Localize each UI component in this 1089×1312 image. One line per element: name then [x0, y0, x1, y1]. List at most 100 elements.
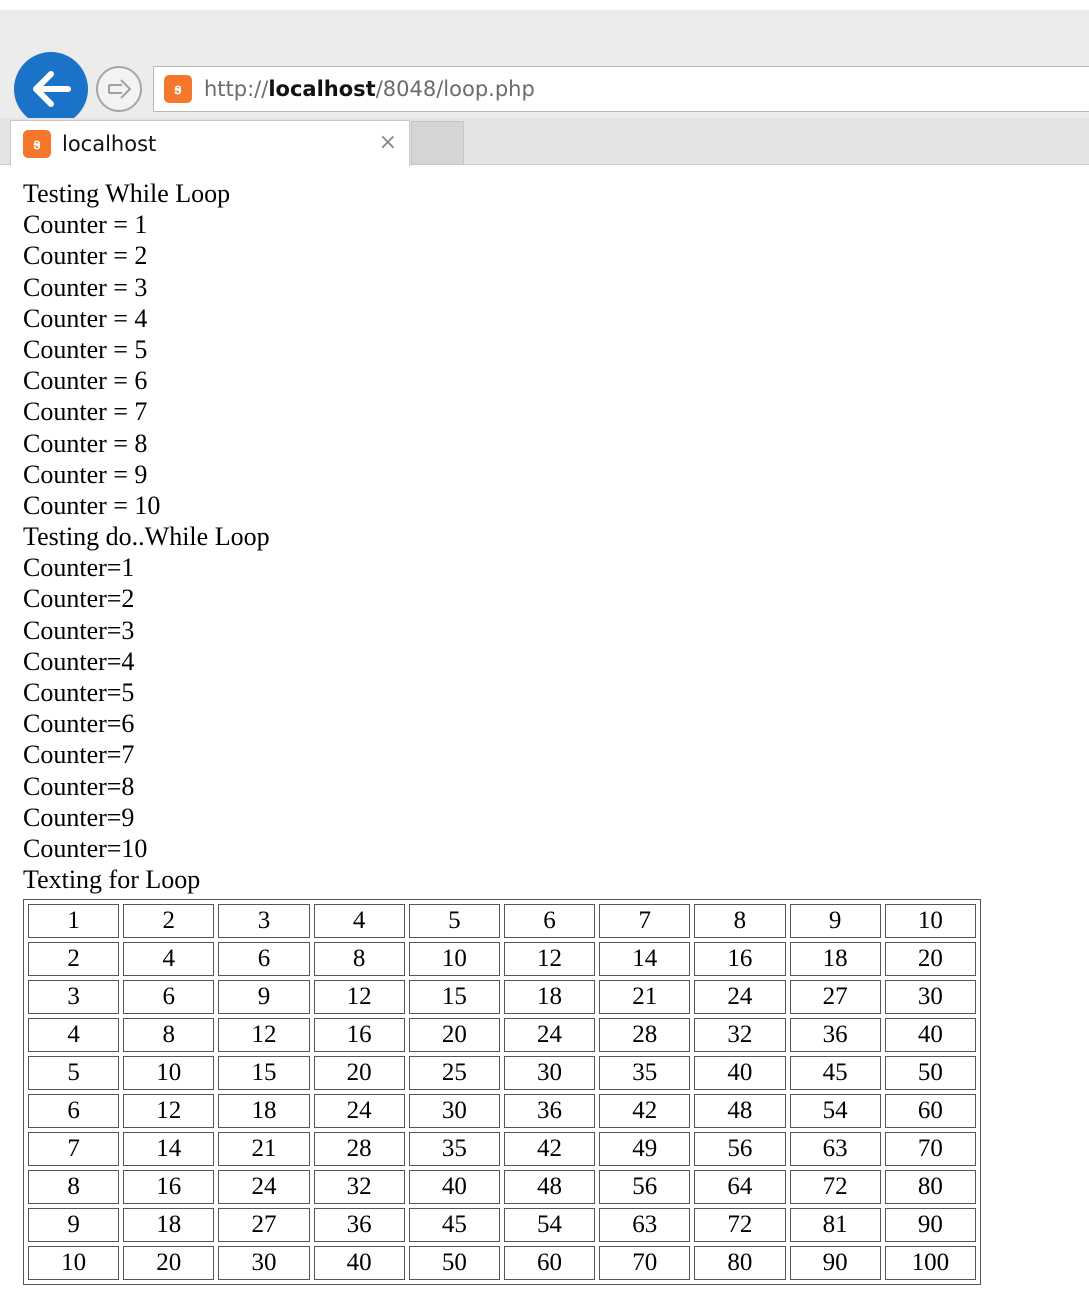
- table-cell: 21: [599, 980, 691, 1014]
- table-row: 5 10 15 20 25 30 35 40 45 50: [28, 1056, 976, 1090]
- forward-arrow-icon: [108, 79, 131, 99]
- while-counter-line: Counter = 4: [23, 303, 148, 333]
- while-loop-output: Counter = 1 Counter = 2 Counter = 3 Counter…: [23, 209, 1083, 521]
- table-cell: 27: [789, 980, 881, 1014]
- table-cell: 100: [884, 1246, 976, 1280]
- table-cell: 40: [884, 1018, 976, 1052]
- table-cell: 60: [884, 1094, 976, 1128]
- table-cell: 28: [599, 1018, 691, 1052]
- table-row: 7 14 21 28 35 42 49 56 63 70: [28, 1132, 976, 1166]
- table-cell: 8: [28, 1170, 120, 1204]
- table-cell: 3: [218, 904, 310, 938]
- table-cell: 25: [408, 1056, 500, 1090]
- address-bar[interactable]: ꭶ http://localhost/8048/loop.php: [153, 66, 1089, 112]
- dowhile-counter-line: Counter=6: [23, 709, 135, 739]
- close-tab-icon[interactable]: ×: [379, 130, 397, 155]
- multiplication-table: 1 2 3 4 5 6 7 8 9 10 2 4 6 8 10 12 14 16 18 20 3 6 9 12 15 18 21 24…: [23, 899, 981, 1285]
- table-cell: 14: [599, 942, 691, 976]
- table-cell: 20: [313, 1056, 405, 1090]
- table-cell: 6: [218, 942, 310, 976]
- table-cell: 49: [599, 1132, 691, 1166]
- new-tab-button[interactable]: [411, 121, 464, 165]
- dowhile-counter-line: Counter=8: [23, 771, 135, 801]
- table-cell: 18: [503, 980, 596, 1014]
- table-cell: 50: [884, 1056, 976, 1090]
- while-counter-line: Counter = 9: [23, 459, 148, 489]
- tab-title: localhost: [62, 131, 157, 156]
- table-cell: 50: [408, 1246, 500, 1280]
- table-cell: 40: [408, 1170, 500, 1204]
- tab-localhost[interactable]: ꭶ localhost ×: [10, 120, 410, 166]
- dowhile-counter-line: Counter=4: [23, 646, 135, 676]
- back-arrow-icon: [33, 71, 71, 107]
- table-cell: 8: [694, 904, 786, 938]
- table-cell: 40: [694, 1056, 786, 1090]
- table-cell: 8: [123, 1018, 215, 1052]
- table-cell: 1: [28, 904, 120, 938]
- table-cell: 30: [408, 1094, 500, 1128]
- page-content: Testing While Loop Counter = 1 Counter = …: [23, 178, 1083, 895]
- table-cell: 48: [503, 1170, 596, 1204]
- table-cell: 28: [313, 1132, 405, 1166]
- table-cell: 30: [503, 1056, 596, 1090]
- xampp-favicon-icon: ꭶ: [164, 75, 192, 103]
- tab-strip: ꭶ localhost ×: [0, 118, 1089, 166]
- table-cell: 42: [503, 1132, 596, 1166]
- table-cell: 10: [884, 904, 976, 938]
- table-cell: 12: [313, 980, 405, 1014]
- table-cell: 35: [599, 1056, 691, 1090]
- table-cell: 32: [694, 1018, 786, 1052]
- table-cell: 6: [28, 1094, 120, 1128]
- table-cell: 81: [789, 1208, 881, 1242]
- table-cell: 14: [123, 1132, 215, 1166]
- table-cell: 32: [313, 1170, 405, 1204]
- while-counter-line: Counter = 8: [23, 428, 148, 458]
- table-cell: 10: [123, 1056, 215, 1090]
- while-counter-line: Counter = 10: [23, 490, 161, 520]
- table-cell: 24: [218, 1170, 310, 1204]
- dowhile-counter-line: Counter=2: [23, 584, 135, 614]
- table-cell: 9: [218, 980, 310, 1014]
- url-text[interactable]: http://localhost/8048/loop.php: [204, 77, 535, 101]
- table-cell: 15: [408, 980, 500, 1014]
- table-cell: 12: [123, 1094, 215, 1128]
- table-cell: 60: [503, 1246, 596, 1280]
- dowhile-counter-line: Counter=7: [23, 740, 135, 770]
- table-cell: 42: [599, 1094, 691, 1128]
- dowhile-loop-output: Counter=1 Counter=2 Counter=3 Counter=4 Coun…: [23, 552, 1083, 864]
- table-cell: 24: [313, 1094, 405, 1128]
- table-cell: 4: [313, 904, 405, 938]
- table-cell: 20: [123, 1246, 215, 1280]
- table-cell: 10: [408, 942, 500, 976]
- table-cell: 27: [218, 1208, 310, 1242]
- table-cell: 20: [408, 1018, 500, 1052]
- table-cell: 12: [503, 942, 596, 976]
- window-top-strip: [0, 0, 1089, 10]
- forward-button[interactable]: [96, 66, 142, 112]
- table-cell: 4: [123, 942, 215, 976]
- table-cell: 63: [789, 1132, 881, 1166]
- table-cell: 24: [694, 980, 786, 1014]
- while-counter-line: Counter = 5: [23, 334, 148, 364]
- table-cell: 45: [408, 1208, 500, 1242]
- back-button[interactable]: [14, 52, 88, 126]
- dowhile-counter-line: Counter=3: [23, 615, 135, 645]
- dowhile-counter-line: Counter=1: [23, 553, 135, 583]
- table-cell: 54: [789, 1094, 881, 1128]
- table-cell: 56: [694, 1132, 786, 1166]
- table-cell: 7: [28, 1132, 120, 1166]
- table-cell: 5: [408, 904, 500, 938]
- table-cell: 90: [884, 1208, 976, 1242]
- table-cell: 7: [599, 904, 691, 938]
- table-cell: 80: [884, 1170, 976, 1204]
- table-cell: 15: [218, 1056, 310, 1090]
- table-cell: 54: [503, 1208, 596, 1242]
- dowhile-counter-line: Counter=5: [23, 678, 135, 707]
- table-cell: 10: [28, 1246, 120, 1280]
- table-cell: 3: [28, 980, 120, 1014]
- table-cell: 80: [694, 1246, 786, 1280]
- url-host: localhost: [268, 77, 376, 101]
- while-counter-line: Counter = 6: [23, 366, 148, 396]
- table-cell: 70: [884, 1132, 976, 1166]
- table-cell: 48: [694, 1094, 786, 1128]
